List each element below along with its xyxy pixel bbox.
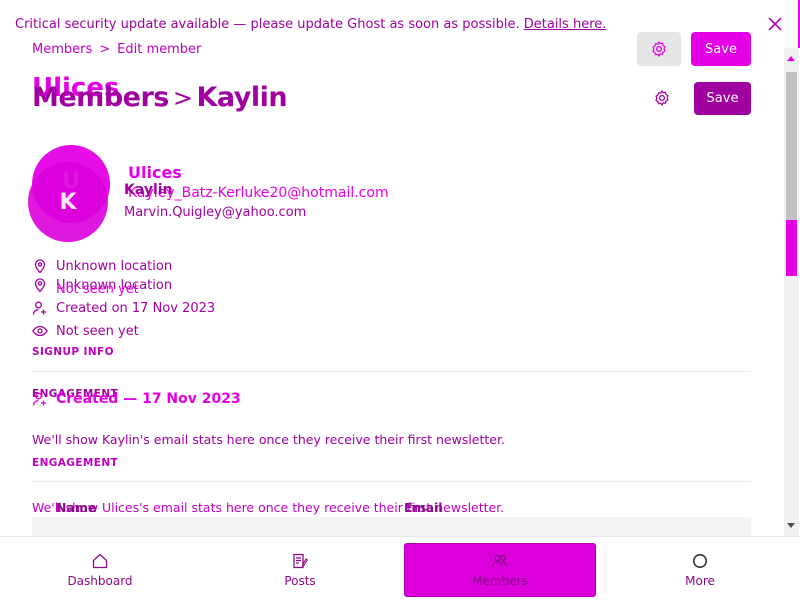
location-pin-icon (32, 277, 48, 293)
scrollbar-thumb[interactable] (786, 72, 797, 220)
member-email: Marvin.Quigley@yahoo.com (124, 205, 307, 220)
gear-icon (653, 89, 671, 107)
engagement-text: We'll show Kaylin's email stats here onc… (32, 432, 505, 447)
avatar: K (28, 162, 108, 242)
eye-icon (32, 323, 48, 339)
breadcrumb: Members > Edit member (32, 42, 201, 57)
home-icon (91, 552, 109, 570)
nav-members[interactable]: Members (404, 543, 596, 597)
save-button-top[interactable]: Save (691, 32, 751, 66)
location-row: Unknown location (32, 258, 172, 274)
nav-dashboard[interactable]: Dashboard (4, 543, 196, 597)
settings-button-top[interactable] (637, 32, 681, 66)
bottom-navigation: Dashboard Posts Members More (0, 536, 800, 600)
signup-info-label: SIGNUP INFO (32, 346, 114, 358)
banner-text: Critical security update available — ple… (15, 17, 606, 32)
title-section-link[interactable]: Members (32, 82, 169, 113)
created-row-ghost: Created — 17 Nov 2023 (32, 391, 241, 407)
member-name-ghost: Ulices (128, 163, 182, 182)
title-member-name: Kaylin (196, 82, 288, 113)
save-button[interactable]: Save (694, 82, 751, 115)
seen-row-ghost: Not seen yet (56, 282, 139, 297)
divider (32, 481, 751, 482)
nav-label: Dashboard (67, 574, 133, 588)
member-created: Created on 17 Nov 2023 (56, 300, 216, 316)
scrollbar-thumb-highlight[interactable] (786, 220, 797, 276)
nav-posts[interactable]: Posts (204, 543, 396, 597)
member-created-ghost: Created — 17 Nov 2023 (56, 391, 241, 407)
members-icon (491, 552, 509, 570)
breadcrumb-current: Edit member (117, 42, 202, 57)
breadcrumb-separator: > (99, 42, 111, 57)
seen-row: Not seen yet (32, 323, 139, 339)
page-title: Members > Kaylin (32, 82, 288, 113)
user-plus-icon (32, 391, 48, 407)
nav-label: Members (472, 574, 528, 588)
more-icon (691, 552, 709, 570)
title-separator: > (172, 84, 193, 112)
posts-icon (291, 552, 309, 570)
location-pin-icon (32, 258, 48, 274)
member-location: Unknown location (56, 258, 173, 274)
banner-details-link[interactable]: Details here. (524, 17, 607, 32)
member-name: Kaylin (124, 182, 173, 198)
table-header-name: Name (56, 500, 97, 515)
created-row: Created on 17 Nov 2023 (32, 300, 215, 316)
scroll-down-arrow[interactable] (787, 523, 795, 528)
member-seen: Not seen yet (56, 323, 139, 339)
table-header-email: Email (404, 500, 443, 515)
nav-label: Posts (284, 574, 316, 588)
scroll-up-arrow[interactable] (787, 56, 795, 61)
settings-button[interactable] (651, 87, 673, 109)
banner-message: Critical security update available — ple… (15, 17, 520, 32)
user-plus-icon (32, 300, 48, 316)
nav-label: More (685, 574, 715, 588)
gear-icon (650, 40, 668, 58)
nav-more[interactable]: More (604, 543, 796, 597)
close-icon[interactable] (766, 15, 784, 33)
engagement-label: ENGAGEMENT (32, 457, 119, 469)
divider (32, 371, 751, 372)
breadcrumb-members-link[interactable]: Members (32, 42, 92, 57)
avatar-initial: K (59, 189, 77, 215)
member-seen-ghost: Not seen yet (56, 282, 139, 297)
